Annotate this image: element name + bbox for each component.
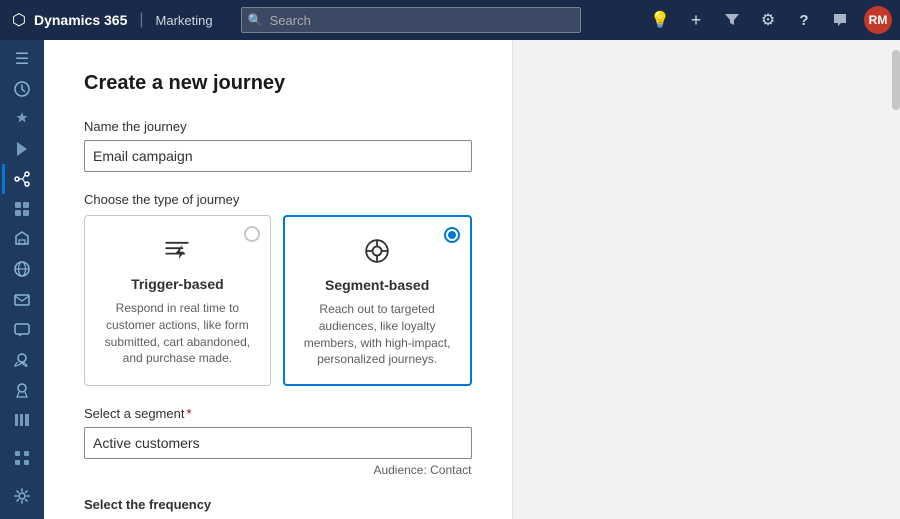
sidebar-item-hamburger[interactable]: ☰	[2, 44, 42, 74]
sidebar-item-journeys[interactable]	[2, 164, 42, 194]
sidebar-item-sms[interactable]	[2, 315, 42, 345]
frequency-section: Select the frequency A one-time journey …	[84, 497, 472, 519]
sidebar-item-apps[interactable]	[2, 443, 42, 473]
journey-name-input[interactable]	[84, 140, 472, 172]
module-name: Marketing	[156, 13, 213, 28]
sidebar-item-pinned[interactable]	[2, 104, 42, 134]
main-layout: ☰	[0, 40, 900, 519]
dynamics-logo: ⬡	[12, 10, 26, 30]
trigger-based-card[interactable]: Trigger-based Respond in real time to cu…	[84, 215, 271, 386]
add-icon[interactable]: +	[680, 4, 712, 36]
frequency-label: Select the frequency	[84, 497, 472, 512]
segment-radio	[444, 227, 460, 243]
sidebar-item-marketing[interactable]	[2, 224, 42, 254]
trigger-radio	[244, 226, 260, 242]
segment-input[interactable]	[84, 427, 472, 459]
help-icon[interactable]: ?	[788, 4, 820, 36]
sidebar-item-admin[interactable]	[2, 481, 42, 511]
page-title: Create a new journey	[84, 72, 472, 95]
form-panel: Create a new journey Name the journey Ch…	[44, 40, 513, 519]
sidebar-item-play[interactable]	[2, 134, 42, 164]
segment-icon	[301, 233, 454, 269]
content-area: Create a new journey Name the journey Ch…	[44, 40, 900, 519]
trigger-icon	[101, 232, 254, 268]
segment-group: Select a segment* Audience: Contact	[84, 406, 472, 477]
comment-icon[interactable]	[824, 4, 856, 36]
sidebar-item-email[interactable]	[2, 285, 42, 315]
sidebar: ☰	[0, 40, 44, 519]
trigger-card-desc: Respond in real time to customer actions…	[101, 300, 254, 367]
sidebar-item-recent[interactable]	[2, 74, 42, 104]
segment-based-card[interactable]: Segment-based Reach out to targeted audi…	[283, 215, 472, 386]
gear-icon[interactable]: ⚙	[752, 4, 784, 36]
right-panel	[513, 40, 900, 519]
journey-type-cards: Trigger-based Respond in real time to cu…	[84, 215, 472, 386]
top-navigation: ⬡ Dynamics 365 | Marketing 🔍 💡 + ⚙ ? RM	[0, 0, 900, 40]
search-input[interactable]	[241, 7, 581, 33]
sidebar-item-library[interactable]	[2, 405, 42, 435]
sidebar-item-awards[interactable]	[2, 375, 42, 405]
search-area: 🔍	[241, 7, 581, 33]
journey-type-label: Choose the type of journey	[84, 192, 472, 207]
sidebar-item-globe[interactable]	[2, 254, 42, 284]
user-avatar[interactable]: RM	[864, 6, 892, 34]
sidebar-item-segments[interactable]	[2, 194, 42, 224]
journey-name-group: Name the journey	[84, 119, 472, 172]
sidebar-item-chat[interactable]	[2, 345, 42, 375]
search-icon: 🔍	[248, 13, 263, 27]
journey-name-label: Name the journey	[84, 119, 472, 134]
segment-audience-hint: Audience: Contact	[84, 463, 472, 477]
required-marker: *	[186, 406, 191, 421]
nav-divider: |	[139, 11, 143, 29]
segment-card-title: Segment-based	[301, 277, 454, 293]
nav-actions: 💡 + ⚙ ? RM	[644, 4, 900, 36]
segment-card-desc: Reach out to targeted audiences, like lo…	[301, 301, 454, 368]
trigger-card-title: Trigger-based	[101, 276, 254, 292]
journey-type-group: Choose the type of journey Trigger-based	[84, 192, 472, 386]
brand-name: Dynamics 365	[34, 12, 127, 28]
funnel-icon[interactable]	[716, 4, 748, 36]
lightbulb-icon[interactable]: 💡	[644, 4, 676, 36]
brand-area: ⬡ Dynamics 365 | Marketing	[0, 10, 225, 30]
segment-input-wrapper	[84, 427, 472, 459]
segment-label: Select a segment*	[84, 406, 472, 421]
